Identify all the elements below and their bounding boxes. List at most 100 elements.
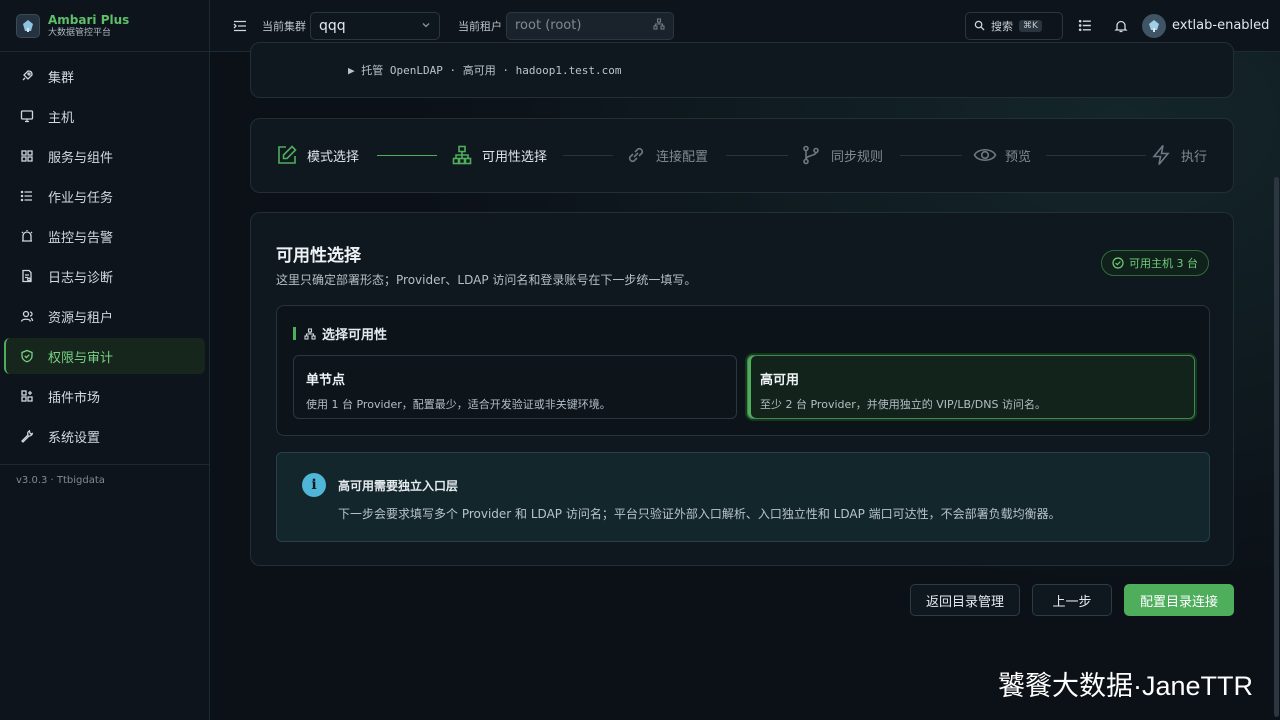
- chevron-down-icon: [421, 18, 431, 34]
- sidebar-item-cluster[interactable]: 集群: [4, 58, 205, 94]
- step-sync-rules[interactable]: 同步规则: [799, 143, 883, 167]
- option-single-node[interactable]: 单节点 使用 1 台 Provider，配置最少，适合开发验证或非关键环境。: [293, 355, 737, 419]
- available-hosts-badge: 可用主机 3 台: [1101, 250, 1209, 276]
- step-preview[interactable]: 预览: [973, 143, 1031, 167]
- summary-card: ▶ 托管 OpenLDAP · 高可用 · hadoop1.test.com: [250, 42, 1234, 98]
- step-connector: [1046, 155, 1146, 156]
- cluster-select[interactable]: qqq: [310, 11, 440, 40]
- previous-button[interactable]: 上一步: [1032, 584, 1112, 616]
- step-connection-config[interactable]: 连接配置: [624, 143, 708, 167]
- wrench-icon: [18, 427, 36, 445]
- step-connector: [900, 155, 962, 156]
- shield-icon: [18, 347, 36, 365]
- sidebar-item-label: 服务与组件: [48, 150, 114, 166]
- step-connector: [377, 155, 437, 156]
- main-content: ▶ 托管 OpenLDAP · 高可用 · hadoop1.test.com 模…: [210, 42, 1280, 720]
- step-connector: [726, 155, 788, 156]
- plugin-icon: [18, 387, 36, 405]
- user-menu[interactable]: extlab-enabled: [1142, 13, 1269, 38]
- cluster-value: qqq: [319, 17, 346, 34]
- sidebar-item-label: 作业与任务: [48, 190, 114, 206]
- option-title: 高可用: [760, 373, 800, 388]
- step-label: 预览: [1005, 149, 1032, 165]
- sidebar-item-services[interactable]: 服务与组件: [4, 138, 205, 174]
- sidebar-item-permissions[interactable]: 权限与审计: [4, 338, 205, 374]
- eye-icon: [973, 143, 997, 167]
- brand[interactable]: Ambari Plus 大数据管控平台: [0, 0, 209, 52]
- sidebar-item-jobs[interactable]: 作业与任务: [4, 178, 205, 214]
- info-icon: i: [302, 473, 326, 497]
- brand-logo-icon: [16, 13, 40, 38]
- section-accent-bar: [293, 327, 296, 340]
- version-label: v3.0.3 · Ttbigdata: [16, 475, 105, 486]
- step-execute[interactable]: 执行: [1149, 143, 1207, 167]
- sidebar-item-plugins[interactable]: 插件市场: [4, 378, 205, 414]
- list-icon: [18, 187, 36, 205]
- availability-panel: 可用性选择 这里只确定部署形态；Provider、LDAP 访问名和登录账号在下…: [250, 212, 1234, 566]
- info-title: 高可用需要独立入口层: [338, 479, 459, 493]
- users-icon: [18, 307, 36, 325]
- sidebar-item-label: 系统设置: [48, 430, 101, 446]
- tenant-label: 当前租户: [458, 19, 502, 33]
- menu-toggle-icon[interactable]: [230, 16, 250, 36]
- tenant-value: root (root): [515, 18, 582, 33]
- sidebar-item-settings[interactable]: 系统设置: [4, 418, 205, 454]
- sidebar-item-label: 主机: [48, 110, 75, 126]
- sidebar-item-logs[interactable]: 日志与诊断: [4, 258, 205, 294]
- step-availability[interactable]: 可用性选择: [450, 143, 547, 167]
- panel-title: 可用性选择: [276, 246, 361, 266]
- search-label: 搜索: [991, 19, 1013, 33]
- badge-label: 可用主机 3 台: [1129, 257, 1198, 270]
- search-button[interactable]: 搜索 ⌘K: [965, 11, 1063, 40]
- option-high-availability[interactable]: 高可用 至少 2 台 Provider，并使用独立的 VIP/LB/DNS 访问…: [747, 355, 1195, 419]
- availability-option-group: 选择可用性 单节点 使用 1 台 Provider，配置最少，适合开发验证或非关…: [276, 305, 1210, 436]
- info-callout: i 高可用需要独立入口层 下一步会要求填写多个 Provider 和 LDAP …: [276, 452, 1210, 542]
- section-title: 选择可用性: [293, 324, 387, 343]
- sidebar-item-resources[interactable]: 资源与租户: [4, 298, 205, 334]
- monitor-icon: [18, 107, 36, 125]
- step-label: 模式选择: [307, 149, 360, 165]
- link-icon: [624, 143, 648, 167]
- sidebar-item-monitoring[interactable]: 监控与告警: [4, 218, 205, 254]
- step-label: 执行: [1181, 149, 1208, 165]
- sidebar-item-label: 集群: [48, 70, 75, 86]
- brand-name: Ambari Plus: [48, 12, 130, 27]
- hierarchy-icon: [450, 143, 474, 167]
- hierarchy-icon: [304, 327, 316, 340]
- task-list-icon[interactable]: [1075, 16, 1095, 36]
- sidebar-item-label: 权限与审计: [48, 350, 114, 366]
- step-mode-select[interactable]: 模式选择: [275, 143, 359, 167]
- step-label: 同步规则: [831, 149, 884, 165]
- wizard-stepper: 模式选择 可用性选择 连接配置 同步规则 预览 执行: [250, 118, 1234, 193]
- sidebar-item-label: 日志与诊断: [48, 270, 114, 286]
- bolt-icon: [1149, 143, 1173, 167]
- log-icon: [18, 267, 36, 285]
- section-title-label: 选择可用性: [322, 328, 388, 343]
- grid-icon: [18, 147, 36, 165]
- sidebar-nav: 集群 主机 服务与组件 作业与任务 监控与告警 日志与诊断 资源与租户 权限与审…: [0, 52, 209, 454]
- hierarchy-icon: [653, 17, 665, 34]
- info-description: 下一步会要求填写多个 Provider 和 LDAP 访问名；平台只验证外部入口…: [338, 507, 1061, 521]
- back-to-catalog-button[interactable]: 返回目录管理: [910, 584, 1020, 616]
- search-icon: [974, 20, 985, 31]
- scrollbar[interactable]: [1274, 177, 1279, 717]
- sidebar-item-hosts[interactable]: 主机: [4, 98, 205, 134]
- tenant-field: root (root): [506, 11, 674, 40]
- sidebar: Ambari Plus 大数据管控平台 集群 主机 服务与组件 作业与任务 监控…: [0, 0, 210, 720]
- sidebar-item-label: 资源与租户: [48, 310, 114, 326]
- step-label: 可用性选择: [482, 149, 548, 165]
- search-shortcut: ⌘K: [1019, 19, 1042, 32]
- sidebar-item-label: 监控与告警: [48, 230, 114, 246]
- sidebar-item-label: 插件市场: [48, 390, 101, 406]
- configure-directory-connection-button[interactable]: 配置目录连接: [1124, 584, 1234, 616]
- option-description: 使用 1 台 Provider，配置最少，适合开发验证或非关键环境。: [306, 398, 611, 411]
- alarm-icon: [18, 227, 36, 245]
- branch-icon: [799, 143, 823, 167]
- check-circle-icon: [1112, 257, 1124, 269]
- step-connector: [563, 155, 613, 156]
- rocket-icon: [18, 67, 36, 85]
- brand-subtitle: 大数据管控平台: [48, 27, 112, 38]
- bell-icon[interactable]: [1111, 16, 1131, 36]
- edit-icon: [275, 143, 299, 167]
- summary-line: ▶ 托管 OpenLDAP · 高可用 · hadoop1.test.com: [348, 64, 622, 77]
